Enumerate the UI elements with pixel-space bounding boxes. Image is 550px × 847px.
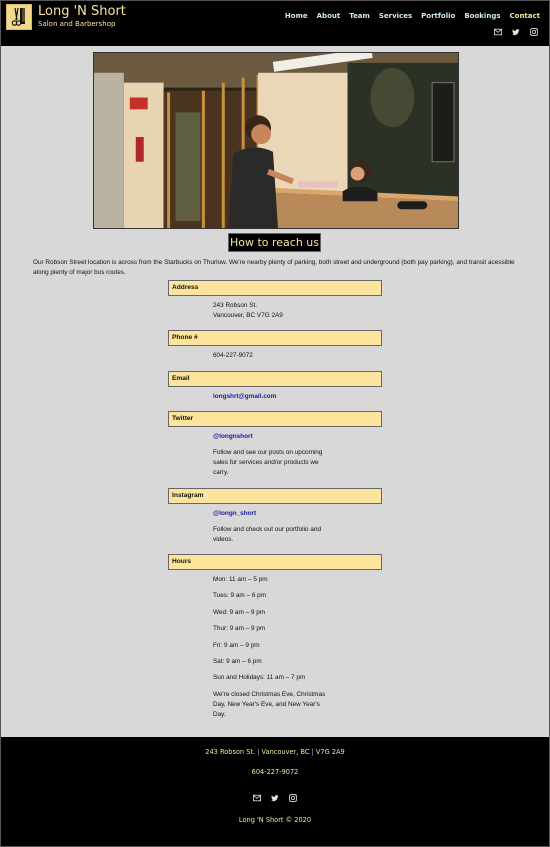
instagram-icon[interactable]: [530, 28, 538, 36]
footer-phone[interactable]: 604-227-9072: [0, 768, 550, 776]
main-nav: Home About Team Services Portfolio Booki…: [285, 12, 540, 20]
logo[interactable]: [6, 4, 32, 30]
hero-image: [93, 52, 459, 229]
footer-separator: |: [311, 748, 314, 756]
nav-contact[interactable]: Contact: [510, 12, 541, 20]
brand-name[interactable]: Long 'N Short: [38, 4, 126, 19]
email-icon[interactable]: [494, 28, 502, 36]
twitter-heading: Twitter: [168, 411, 382, 427]
twitter-text: Follow and see our posts on upcoming sal…: [213, 449, 323, 476]
salon-reception-illustration: [94, 53, 458, 228]
hours-line: Fri: 9 am – 9 pm: [213, 641, 260, 649]
nav-portfolio[interactable]: Portfolio: [421, 12, 455, 20]
twitter-icon[interactable]: [512, 28, 520, 36]
nav-services[interactable]: Services: [379, 12, 412, 20]
address-block: Address 243 Robson St. Vancouver, BC V7G…: [168, 280, 382, 321]
footer-social-links: [0, 794, 550, 802]
twitter-icon[interactable]: [271, 794, 279, 802]
address-line2: Vancouver, BC V7G 2A9: [213, 312, 283, 319]
scissors-comb-icon: [11, 7, 25, 26]
hours-line: Sat: 9 am – 6 pm: [213, 657, 262, 665]
email-body: longshrt@gmail.com: [213, 392, 333, 402]
address-line1: 243 Robson St.: [213, 302, 258, 309]
footer-copyright: Long 'N Short © 2020: [238, 816, 312, 824]
footer-address: 243 Robson St. | Vancouver, BC | V7G 2A9: [0, 748, 550, 756]
email-link[interactable]: longshrt@gmail.com: [213, 393, 276, 400]
phone-body: 604-227-9072: [213, 351, 333, 361]
site-header: Long 'N Short Salon and Barbershop Home …: [0, 0, 550, 46]
brand-tagline: Salon and Barbershop: [38, 20, 116, 28]
footer-postal: V7G 2A9: [315, 748, 345, 756]
hours-heading: Hours: [168, 554, 382, 570]
footer-separator: |: [257, 748, 260, 756]
instagram-text: Follow and check out our portfolio and v…: [213, 526, 321, 543]
twitter-block: Twitter @longnshort Follow and see our p…: [168, 411, 382, 478]
instagram-icon[interactable]: [289, 794, 297, 802]
nav-team[interactable]: Team: [349, 12, 370, 20]
phone-heading: Phone #: [168, 330, 382, 346]
hours-closed-note: We're closed Christmas Eve, Christmas Da…: [213, 690, 326, 718]
section-title: How to reach us: [228, 233, 321, 252]
address-heading: Address: [168, 280, 382, 296]
hours-line: Wed: 9 am – 9 pm: [213, 608, 266, 616]
nav-bookings[interactable]: Bookings: [464, 12, 500, 20]
twitter-link[interactable]: @longnshort: [213, 433, 253, 440]
hours-line: Thur: 9 am – 9 pm: [213, 625, 266, 633]
hours-line: Sun and Holidays: 11 am – 7 pm: [213, 674, 306, 682]
header-social-links: [494, 28, 538, 36]
twitter-body: @longnshort Follow and see our posts on …: [213, 432, 333, 478]
phone-block: Phone # 604-227-9072: [168, 330, 382, 361]
email-block: Email longshrt@gmail.com: [168, 371, 382, 402]
phone-value[interactable]: 604-227-9072: [213, 351, 333, 361]
address-body: 243 Robson St. Vancouver, BC V7G 2A9: [213, 301, 333, 321]
hours-line: Tues: 9 am – 6 pm: [213, 592, 267, 600]
site-footer: 243 Robson St. | Vancouver, BC | V7G 2A9…: [0, 737, 550, 847]
instagram-link[interactable]: @longn_short: [213, 510, 256, 517]
footer-street: 243 Robson St.: [205, 748, 256, 756]
footer-city: Vancouver, BC: [261, 748, 310, 756]
hours-block: Hours Mon: 11 am – 5 pm Tues: 9 am – 6 p…: [168, 554, 382, 720]
instagram-body: @longn_short Follow and check out our po…: [213, 509, 333, 545]
instagram-heading: Instagram: [168, 488, 382, 504]
nav-home[interactable]: Home: [285, 12, 308, 20]
instagram-block: Instagram @longn_short Follow and check …: [168, 488, 382, 545]
email-heading: Email: [168, 371, 382, 387]
hours-body: Mon: 11 am – 5 pm Tues: 9 am – 6 pm Wed:…: [213, 575, 333, 720]
nav-about[interactable]: About: [317, 12, 341, 20]
hours-line: Mon: 11 am – 5 pm: [213, 576, 268, 583]
email-icon[interactable]: [253, 794, 261, 802]
intro-text: Our Robson Street location is across fro…: [33, 259, 515, 276]
